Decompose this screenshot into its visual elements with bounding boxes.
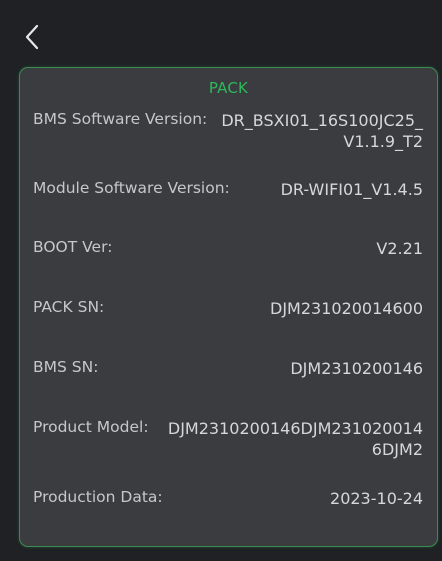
row-value: 2023-10-24 [330, 489, 423, 508]
row-value: DJM231020014600 [270, 299, 423, 318]
card-title: PACK [208, 79, 249, 97]
row-label: PACK SN: [33, 298, 105, 316]
row-label: BOOT Ver: [33, 238, 113, 256]
row-label: Module Software Version: [33, 179, 230, 197]
back-button[interactable] [22, 22, 44, 52]
row-value: DR_BSXI01_16S100JC25_ V1.1.9_T2 [221, 111, 423, 151]
chevron-left-icon [25, 24, 39, 50]
pack-info-card: PACK BMS Software Version: DR_BSXI01_16S… [19, 67, 438, 547]
row-label: BMS SN: [33, 358, 99, 376]
row-value: V2.21 [376, 239, 423, 258]
row-label: BMS Software Version: [33, 110, 208, 128]
device-info-screen: PACK BMS Software Version: DR_BSXI01_16S… [0, 0, 442, 561]
row-value: DJM2310200146 [290, 359, 423, 378]
row-value: DJM2310200146DJM231020014 6DJM2 [167, 419, 423, 459]
top-bar [0, 0, 442, 62]
row-value: DR-WIFI01_V1.4.5 [280, 180, 423, 199]
row-label: Production Data: [33, 488, 163, 506]
row-label: Product Model: [33, 418, 149, 436]
